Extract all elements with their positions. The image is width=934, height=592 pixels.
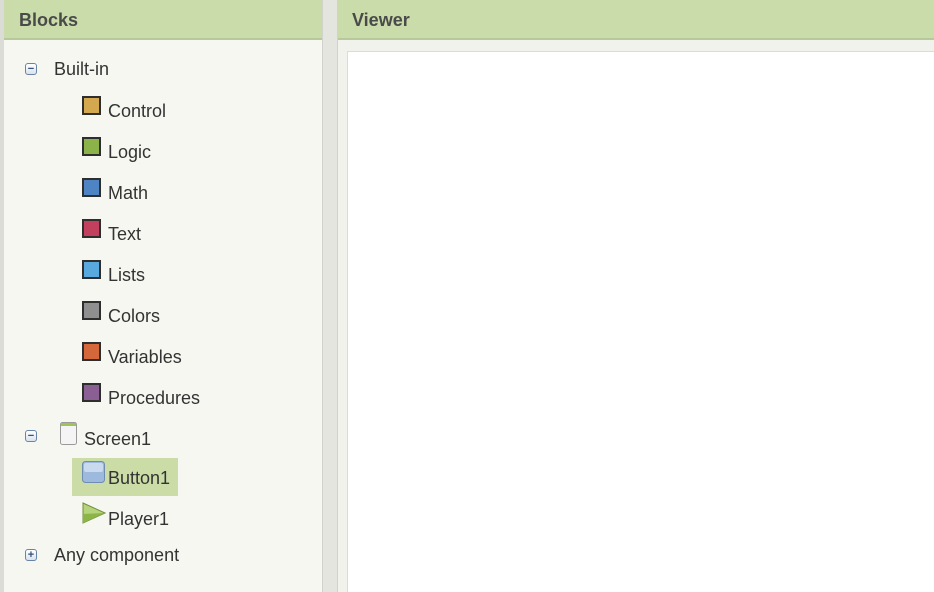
drawer-procedures[interactable]: Procedures — [82, 383, 282, 413]
drawer-label: Text — [108, 224, 142, 244]
drawer-label: Control — [108, 101, 167, 121]
panel-splitter[interactable] — [322, 0, 338, 592]
tree-node-label: Built-in — [54, 59, 110, 79]
drawer-label: Colors — [108, 306, 161, 326]
tree-node-label: Screen1 — [84, 429, 152, 449]
drawer-label: Procedures — [108, 388, 201, 408]
expand-icon[interactable]: + — [25, 549, 37, 561]
math-color-swatch-icon — [82, 178, 101, 197]
variables-color-swatch-icon — [82, 342, 101, 361]
tree-node-any-component[interactable]: + Any component — [4, 541, 304, 571]
app-window: Blocks − Built-in Control Logic Math Tex… — [0, 0, 934, 592]
viewer-panel: Viewer — [338, 0, 934, 592]
lists-color-swatch-icon — [82, 260, 101, 279]
tree-node-label: Any component — [54, 545, 180, 565]
drawer-variables[interactable]: Variables — [82, 342, 282, 372]
drawer-label: Lists — [108, 265, 146, 285]
blocks-panel: Blocks − Built-in Control Logic Math Tex… — [4, 0, 323, 592]
drawer-text[interactable]: Text — [82, 219, 282, 249]
text-color-swatch-icon — [82, 219, 101, 238]
screen-icon — [60, 422, 77, 445]
colors-color-swatch-icon — [82, 301, 101, 320]
drawer-math[interactable]: Math — [82, 178, 282, 208]
logic-color-swatch-icon — [82, 137, 101, 156]
drawer-label: Math — [108, 183, 149, 203]
drawer-label: Variables — [108, 347, 182, 367]
drawer-colors[interactable]: Colors — [82, 301, 282, 331]
tree-node-builtin[interactable]: − Built-in — [4, 54, 304, 84]
component-label: Player1 — [108, 509, 170, 529]
player-icon — [82, 502, 107, 524]
blocks-panel-title: Blocks — [4, 0, 322, 40]
tree-node-screen1[interactable]: − Screen1 — [4, 422, 304, 452]
drawer-logic[interactable]: Logic — [82, 137, 282, 167]
drawer-lists[interactable]: Lists — [82, 260, 282, 290]
procedures-color-swatch-icon — [82, 383, 101, 402]
button-icon — [82, 461, 105, 483]
control-color-swatch-icon — [82, 96, 101, 115]
drawer-control[interactable]: Control — [82, 96, 282, 126]
component-button1[interactable]: Button1 — [82, 461, 282, 491]
viewer-panel-title: Viewer — [338, 0, 934, 40]
component-label: Button1 — [108, 468, 171, 488]
collapse-icon[interactable]: − — [25, 430, 37, 442]
collapse-icon[interactable]: − — [25, 63, 37, 75]
blocks-workspace[interactable] — [347, 51, 934, 592]
component-player1[interactable]: Player1 — [82, 502, 282, 532]
drawer-label: Logic — [108, 142, 152, 162]
